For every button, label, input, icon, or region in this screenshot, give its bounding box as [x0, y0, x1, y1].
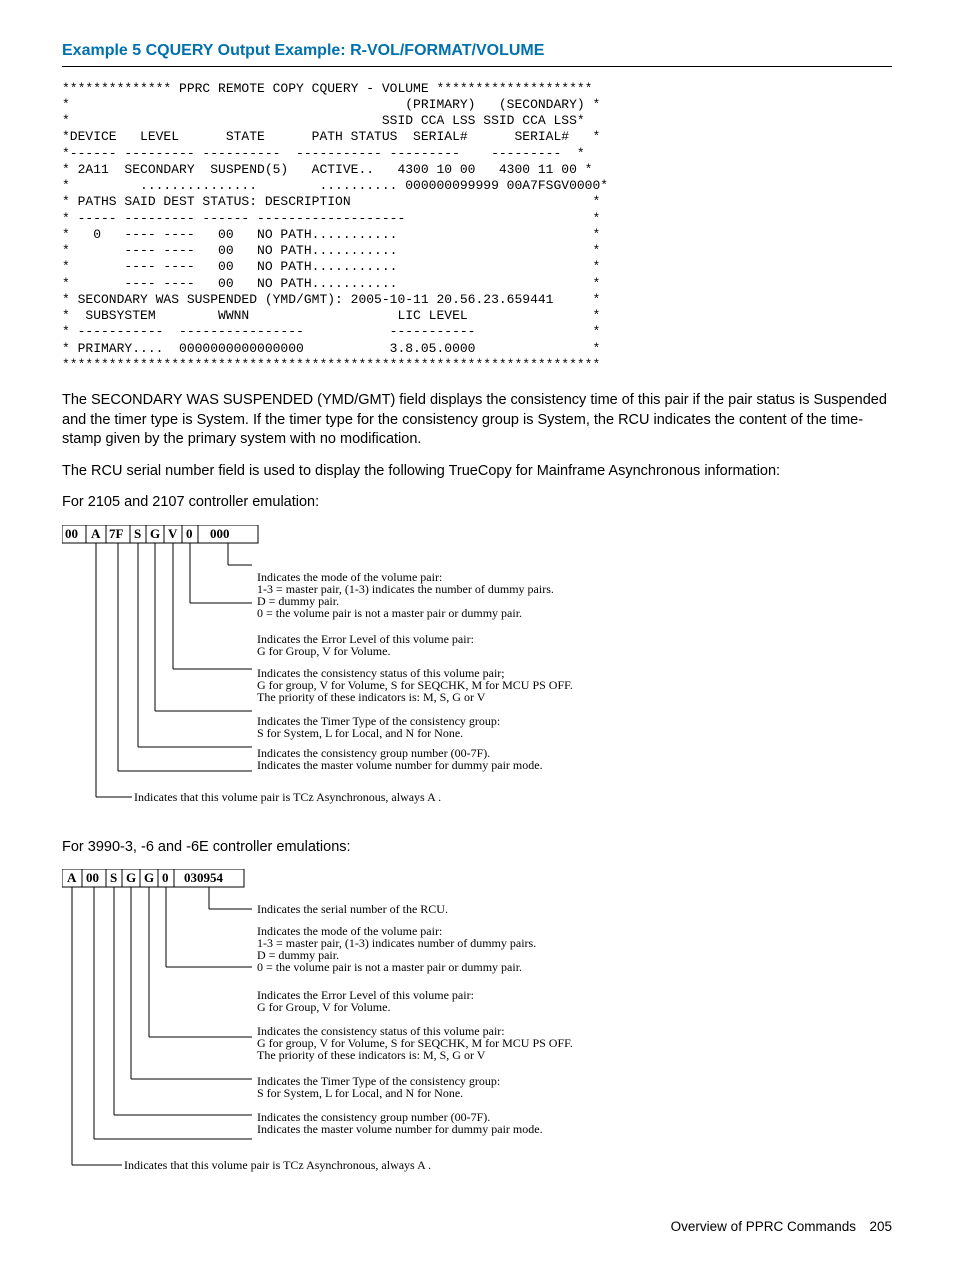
example-title: Example 5 CQUERY Output Example: R-VOL/F…: [62, 40, 892, 62]
d2-l11: S for System, L for Local, and N for Non…: [257, 1086, 463, 1100]
d2-l6: G for Group, V for Volume.: [257, 1000, 390, 1014]
paragraph-4: For 3990-3, -6 and -6E controller emulat…: [62, 838, 892, 858]
d1-cell-7: 000: [210, 526, 230, 541]
d1-cell-6: 0: [186, 526, 193, 541]
d1-cell-5: V: [168, 526, 178, 541]
d2-l13: Indicates the master volume number for d…: [257, 1122, 543, 1136]
diagram-2105-2107: 00 A 7F S G V 0 000: [62, 525, 892, 820]
diagram-3990: A 00 S G G 0 030954: [62, 869, 892, 1184]
paragraph-3: For 2105 and 2107 controller emulation:: [62, 493, 892, 513]
d2-l14: Indicates that this volume pair is TCz A…: [124, 1158, 431, 1172]
d1-cell-0: 00: [65, 526, 78, 541]
d2-l4: 0 = the volume pair is not a master pair…: [257, 960, 522, 974]
d2-l9: The priority of these indicators is: M, …: [257, 1048, 486, 1062]
d2-l0: Indicates the serial number of the RCU.: [257, 902, 448, 916]
d1-cell-4: G: [150, 526, 160, 541]
d2-cell-2: S: [110, 870, 117, 885]
terminal-output: ************** PPRC REMOTE COPY CQUERY -…: [62, 81, 892, 374]
page-footer: Overview of PPRC Commands 205: [62, 1218, 892, 1236]
d1-cell-3: S: [134, 526, 141, 541]
paragraph-2: The RCU serial number field is used to d…: [62, 462, 892, 482]
d1-l12: Indicates the master volume number for d…: [257, 758, 543, 772]
d2-cell-3: G: [126, 870, 136, 885]
d1-l10: S for System, L for Local, and N for Non…: [257, 726, 463, 740]
d1-cell-1: A: [91, 526, 101, 541]
d2-cell-0: A: [67, 870, 77, 885]
d2-cell-5: 0: [162, 870, 169, 885]
d1-l13: Indicates that this volume pair is TCz A…: [134, 790, 441, 804]
d1-cell-2: 7F: [109, 526, 124, 541]
d1-l5: G for Group, V for Volume.: [257, 644, 390, 658]
d2-cell-6: 030954: [184, 870, 224, 885]
title-rule: [62, 66, 892, 67]
d2-cell-1: 00: [86, 870, 99, 885]
d1-l8: The priority of these indicators is: M, …: [257, 690, 486, 704]
paragraph-1: The SECONDARY WAS SUSPENDED (YMD/GMT) fi…: [62, 391, 892, 450]
d2-cell-4: G: [144, 870, 154, 885]
d1-l3: 0 = the volume pair is not a master pair…: [257, 606, 522, 620]
